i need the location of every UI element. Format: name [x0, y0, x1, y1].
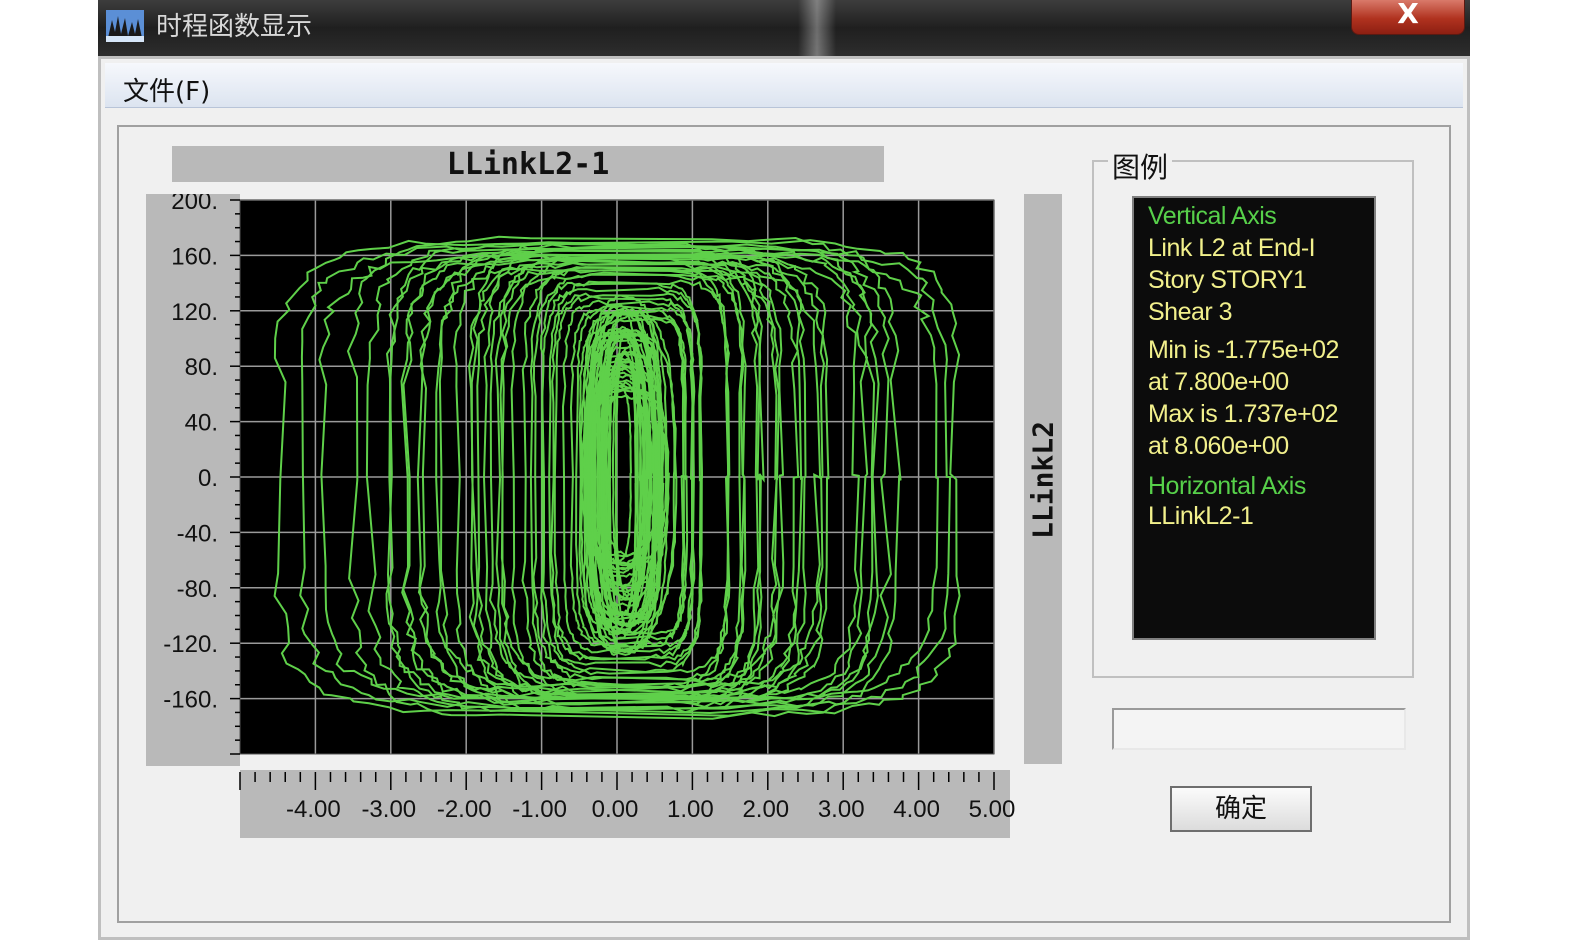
app-icon — [106, 10, 144, 42]
legend-vertical-axis-header: Vertical Axis — [1148, 202, 1277, 230]
close-icon: X — [1397, 0, 1419, 30]
menu-file[interactable]: 文件(F) — [123, 71, 210, 108]
window-title: 时程函数显示 — [156, 12, 313, 42]
status-field[interactable] — [1112, 708, 1406, 750]
legend-max-value: Max is 1.737e+02 — [1148, 400, 1339, 428]
y-tick-label: 160. — [171, 243, 218, 270]
close-button[interactable]: X — [1351, 0, 1465, 35]
hysteresis-chart: 200. 160. 120. 80. 40. 0. -40. -80. -120. -160. -4… — [163, 194, 1016, 823]
y-tick-label: -80. — [177, 576, 218, 603]
x-tick-label: 2.00 — [742, 796, 789, 823]
menu-bar: 文件(F) — [105, 63, 1463, 108]
y-tick-label: 120. — [171, 299, 218, 326]
chart-title: LLinkL2-1 — [446, 147, 610, 182]
y-tick-label: 0. — [198, 465, 218, 492]
legend-vertical-line3: Shear 3 — [1148, 298, 1233, 326]
x-tick-label: -3.00 — [361, 796, 416, 823]
y-tick-label: 80. — [185, 354, 218, 381]
x-tick-label: 3.00 — [818, 796, 865, 823]
x-tick-label: 1.00 — [667, 796, 714, 823]
y-tick-label: 200. — [171, 194, 218, 215]
x-tick-label: 5.00 — [969, 796, 1016, 823]
y-axis-label: LLinkL2 — [1026, 420, 1060, 540]
legend-box: Vertical Axis Link L2 at End-I Story STO… — [1132, 196, 1376, 640]
legend-vertical-line1: Link L2 at End-I — [1148, 234, 1316, 262]
window-titlebar: 时程函数显示 X — [98, 0, 1470, 56]
x-tick-label: -2.00 — [437, 796, 492, 823]
legend-horizontal-line1: LLinkL2-1 — [1148, 502, 1254, 530]
y-tick-label: -40. — [177, 520, 218, 547]
x-tick-label: -4.00 — [286, 796, 341, 823]
x-tick-label: -1.00 — [512, 796, 567, 823]
chart-title-bar: LLinkL2-1 — [172, 146, 884, 182]
ok-button[interactable]: 确定 — [1170, 786, 1312, 832]
legend-vertical-line2: Story STORY1 — [1148, 266, 1307, 294]
x-tick-label: 0.00 — [592, 796, 639, 823]
legend-min-time: at 7.800e+00 — [1148, 368, 1289, 396]
titlebar-highlight — [798, 0, 836, 56]
legend-max-time: at 8.060e+00 — [1148, 432, 1289, 460]
y-tick-label: -120. — [163, 631, 218, 658]
y-tick-label: 40. — [185, 410, 218, 437]
legend-caption: 图例 — [1108, 146, 1173, 186]
legend-min-value: Min is -1.775e+02 — [1148, 336, 1339, 364]
x-tick-label: 4.00 — [893, 796, 940, 823]
y-tick-label: -160. — [163, 687, 218, 714]
legend-horizontal-axis-header: Horizontal Axis — [1148, 472, 1306, 500]
